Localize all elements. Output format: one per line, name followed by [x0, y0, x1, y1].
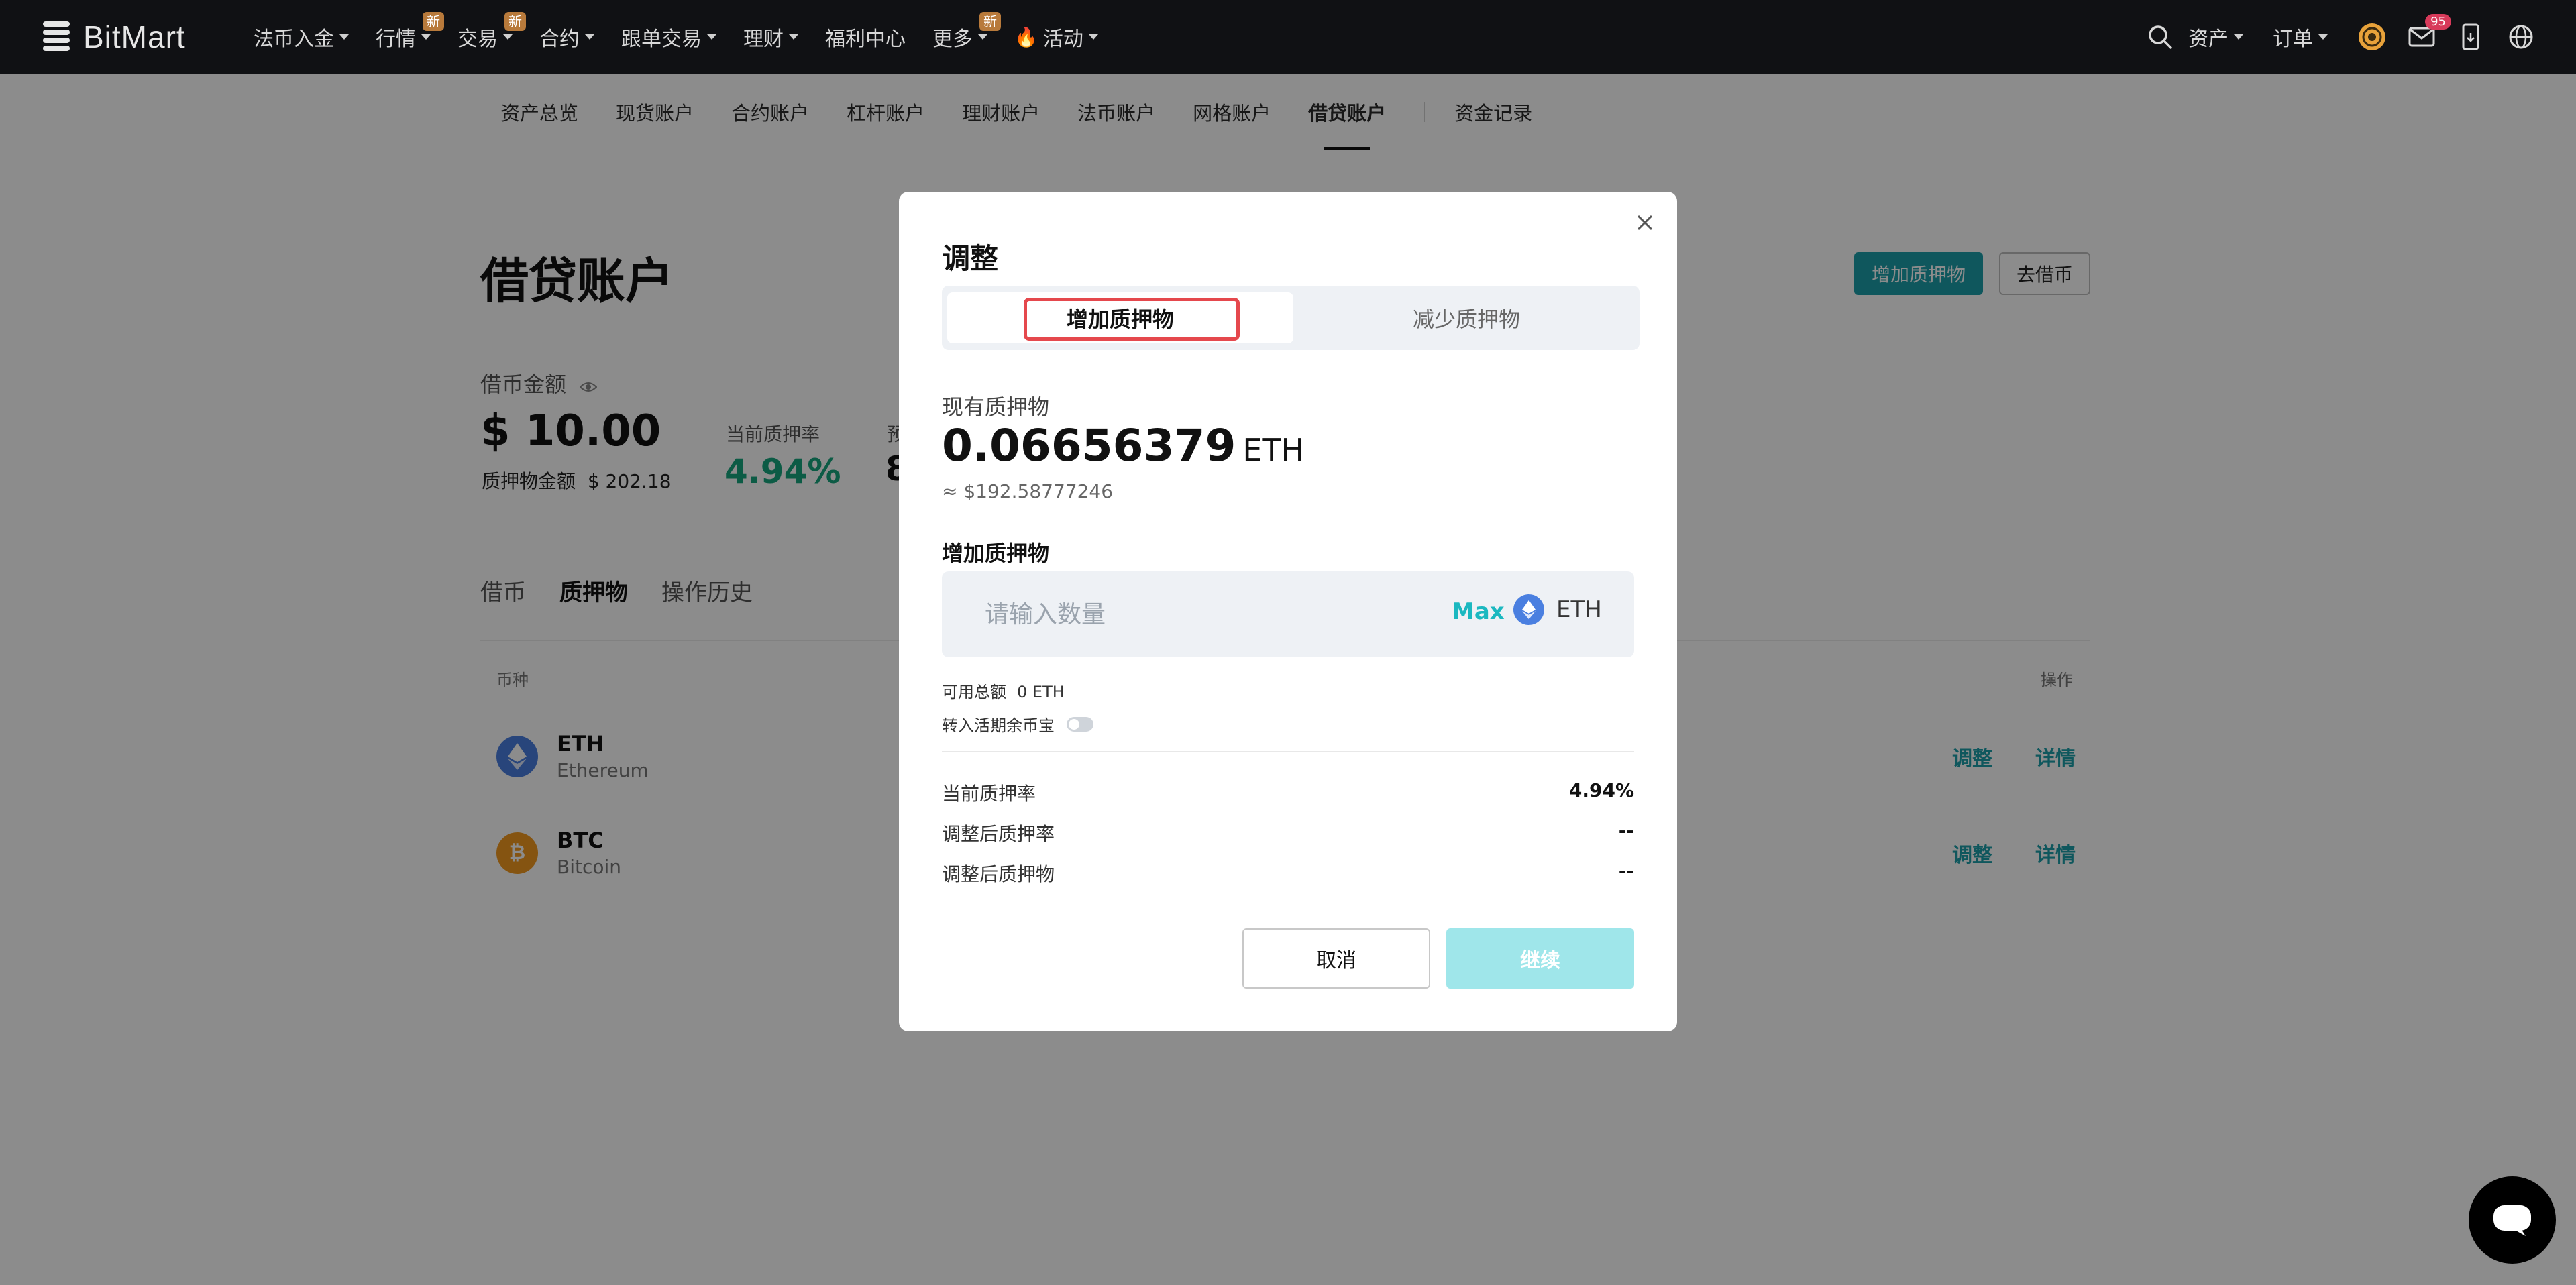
chevron-down-icon [503, 34, 513, 40]
chevron-down-icon [1088, 34, 1098, 40]
nav-right: 资产 订单 95 [2145, 0, 2536, 74]
avatar[interactable] [2357, 22, 2387, 52]
bitmart-logo-icon [38, 16, 76, 58]
top-nav: BitMart 法币入金 行情新 交易新 合约 跟单交易 理财 福利中心 更多新… [0, 0, 2576, 74]
highlight-outline [1024, 298, 1240, 341]
nav-earn[interactable]: 理财 [743, 0, 798, 74]
nav-futures[interactable]: 合约 [539, 0, 594, 74]
fire-icon: 🔥 [1014, 25, 1038, 48]
modal-title: 调整 [942, 242, 999, 275]
adjusted-collateral-row: 调整后质押物 -- [942, 860, 1634, 885]
new-badge: 新 [504, 12, 526, 31]
chevron-down-icon [2318, 34, 2328, 40]
transfer-earn-toggle[interactable] [1067, 716, 1093, 732]
existing-collateral-amount: 0.06656379 ETH [942, 420, 1305, 471]
tab-reduce-collateral[interactable]: 减少质押物 [1293, 292, 1640, 343]
brand-name: BitMart [83, 19, 186, 54]
chevron-down-icon [978, 34, 987, 40]
divider [942, 751, 1634, 752]
support-chat-button[interactable] [2469, 1176, 2556, 1264]
chevron-down-icon [585, 34, 594, 40]
max-button[interactable]: Max [1452, 598, 1505, 625]
chevron-down-icon [339, 34, 349, 40]
globe-icon[interactable] [2506, 22, 2536, 52]
mail-count-badge: 95 [2425, 14, 2451, 30]
nav-rewards-center[interactable]: 福利中心 [825, 0, 906, 74]
main-menu: 法币入金 行情新 交易新 合约 跟单交易 理财 福利中心 更多新 🔥 活动 [254, 0, 1125, 74]
nav-trade[interactable]: 交易新 [458, 0, 526, 74]
nav-events[interactable]: 🔥 活动 [1014, 0, 1098, 74]
adjust-collateral-modal: 调整 增加质押物 减少质押物 现有质押物 0.06656379 ETH ≈ $19… [899, 192, 1677, 1031]
new-badge: 新 [979, 12, 1001, 31]
nav-more[interactable]: 更多新 [932, 0, 1001, 74]
nav-fiat-deposit[interactable]: 法币入金 [254, 0, 349, 74]
amount-input-box: Max ETH [942, 571, 1634, 657]
search-icon[interactable] [2145, 22, 2175, 52]
chat-icon [2493, 1205, 2531, 1236]
add-collateral-label: 增加质押物 [942, 541, 1050, 566]
chevron-down-icon [789, 34, 798, 40]
adjusted-rate-row: 调整后质押率 -- [942, 820, 1634, 845]
coin-selector[interactable]: ETH [1513, 594, 1602, 625]
current-rate-row: 当前质押率 4.94% [942, 779, 1634, 805]
mobile-download-icon[interactable] [2457, 22, 2486, 52]
transfer-earn-row: 转入活期余币宝 [942, 712, 1093, 736]
chevron-down-icon [707, 34, 716, 40]
existing-collateral-usd: ≈ $192.58777246 [942, 480, 1114, 502]
chevron-down-icon [421, 34, 431, 40]
cancel-button[interactable]: 取消 [1242, 928, 1430, 989]
chevron-down-icon [2234, 34, 2243, 40]
new-badge: 新 [423, 12, 444, 31]
nav-copy-trading[interactable]: 跟单交易 [621, 0, 716, 74]
nav-assets[interactable]: 资产 [2188, 0, 2243, 74]
bitmart-logo[interactable]: BitMart [38, 15, 186, 59]
existing-collateral-label: 现有质押物 [942, 394, 1050, 420]
nav-orders[interactable]: 订单 [2273, 0, 2328, 74]
coin-symbol: ETH [1556, 596, 1602, 623]
close-icon[interactable] [1631, 209, 1658, 236]
eth-icon [1513, 594, 1544, 625]
available-balance: 可用总额 0 ETH [942, 683, 1065, 702]
continue-button[interactable]: 继续 [1446, 928, 1634, 989]
mail-icon[interactable]: 95 [2407, 14, 2451, 52]
amount-input[interactable] [985, 592, 1387, 637]
nav-markets[interactable]: 行情新 [376, 0, 444, 74]
